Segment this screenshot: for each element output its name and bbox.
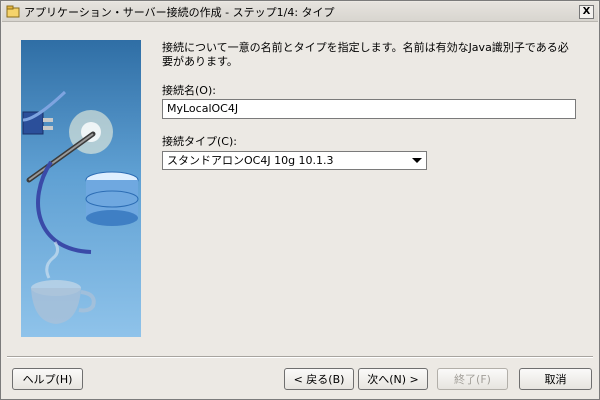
connection-type-label: 接続タイプ(C):	[162, 135, 237, 148]
connection-name-input[interactable]: MyLocalOC4J	[162, 99, 576, 119]
wizard-dialog: アプリケーション・サーバー接続の作成 - ステップ1/4: タイプ X 接続につ…	[0, 0, 600, 400]
step-description: 接続について一意の名前とタイプを指定します。名前は有効なJava識別子である必要…	[162, 41, 569, 68]
title-bar[interactable]: アプリケーション・サーバー接続の作成 - ステップ1/4: タイプ X	[2, 2, 598, 22]
connection-type-value: スタンドアロンOC4J 10g 10.1.3	[167, 154, 334, 167]
window-title: アプリケーション・サーバー接続の作成 - ステップ1/4: タイプ	[24, 5, 335, 19]
footer-divider	[7, 356, 593, 358]
connection-type-select[interactable]: スタンドアロンOC4J 10g 10.1.3	[162, 151, 427, 170]
next-button[interactable]: 次へ(N) >	[358, 368, 428, 390]
wizard-content: 接続について一意の名前とタイプを指定します。名前は有効なJava識別子である必要…	[162, 41, 582, 69]
back-button[interactable]: < 戻る(B)	[284, 368, 354, 390]
connection-name-label: 接続名(O):	[162, 84, 216, 97]
chevron-down-icon[interactable]	[412, 158, 422, 163]
help-button[interactable]: ヘルプ(H)	[12, 368, 83, 390]
app-icon	[6, 5, 20, 19]
finish-button[interactable]: 終了(F)	[437, 368, 508, 390]
close-icon[interactable]: X	[579, 5, 594, 19]
cancel-button[interactable]: 取消	[519, 368, 592, 390]
wizard-illustration	[21, 40, 141, 337]
